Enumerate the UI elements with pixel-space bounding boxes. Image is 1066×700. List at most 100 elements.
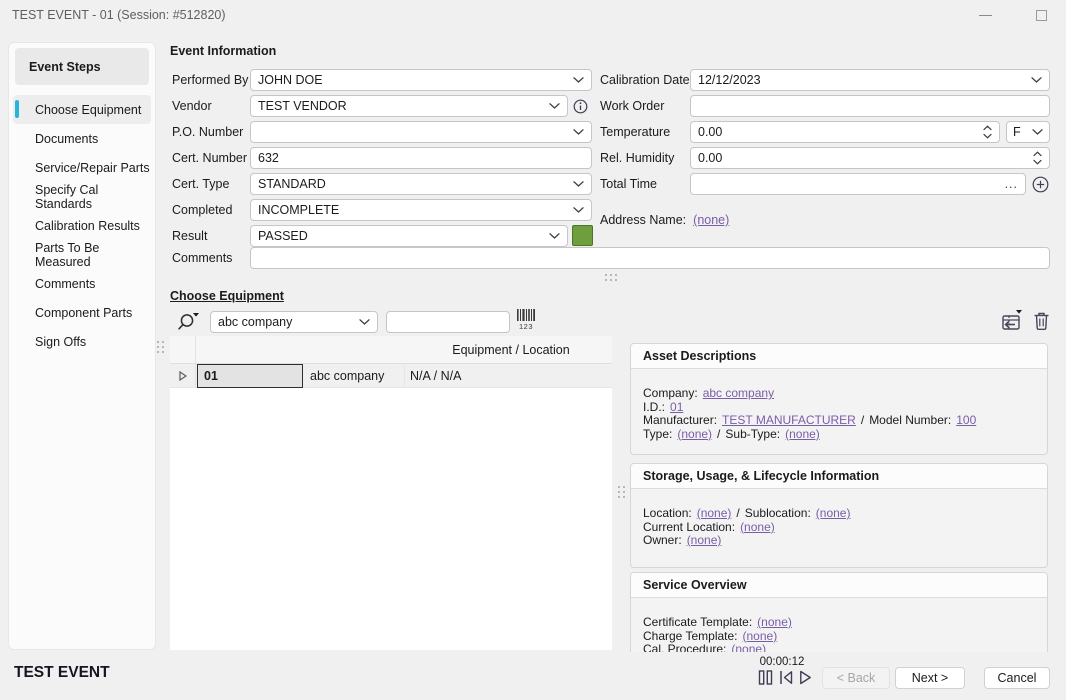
total-time-more-icon[interactable]: ... bbox=[1005, 177, 1018, 191]
certificate-template-link[interactable]: (none) bbox=[757, 615, 792, 629]
current-location-label: Current Location: bbox=[643, 520, 735, 534]
sublocation-label: Sublocation: bbox=[745, 506, 811, 520]
event-steps-header: Event Steps bbox=[15, 48, 149, 85]
manufacturer-line: Manufacturer:TEST MANUFACTURER/Model Num… bbox=[643, 414, 1035, 428]
temperature-spinbox[interactable]: 0.00 bbox=[690, 121, 1000, 143]
separator: / bbox=[861, 413, 864, 427]
sidebar-item-parts-to-be-measured[interactable]: Parts To Be Measured bbox=[13, 240, 151, 269]
splitter-grip[interactable] bbox=[157, 341, 164, 353]
equipment-search-input[interactable] bbox=[386, 311, 510, 333]
vendor-combobox[interactable]: TEST VENDOR bbox=[250, 95, 568, 117]
chevron-down-icon bbox=[359, 319, 370, 325]
result-value: PASSED bbox=[258, 229, 549, 243]
search-icon[interactable] bbox=[175, 310, 201, 334]
subtype-link[interactable]: (none) bbox=[785, 427, 820, 441]
comments-input[interactable] bbox=[250, 247, 1050, 269]
minimize-button[interactable] bbox=[968, 3, 1002, 27]
equipment-id: 01 bbox=[204, 369, 218, 383]
completed-label: Completed bbox=[172, 199, 232, 221]
temperature-unit-combobox[interactable]: F bbox=[1006, 121, 1050, 143]
spinner-updown-icon[interactable] bbox=[983, 125, 992, 139]
cert-type-value: STANDARD bbox=[258, 177, 573, 191]
sidebar-item-label: Sign Offs bbox=[35, 335, 86, 349]
spinner-updown-icon[interactable] bbox=[1033, 151, 1042, 165]
result-status-swatch bbox=[572, 225, 593, 246]
charge-template-line: Charge Template:(none) bbox=[643, 630, 1035, 644]
sidebar-item-component-parts[interactable]: Component Parts bbox=[13, 298, 151, 327]
owner-link[interactable]: (none) bbox=[687, 533, 722, 547]
sidebar-item-label: Specify Cal Standards bbox=[35, 183, 151, 211]
current-location-link[interactable]: (none) bbox=[740, 520, 775, 534]
back-button-label: < Back bbox=[837, 671, 876, 685]
sidebar-item-service-repair-parts[interactable]: Service/Repair Parts bbox=[13, 153, 151, 182]
rel-humidity-spinbox[interactable]: 0.00 bbox=[690, 147, 1050, 169]
calibration-date-combobox[interactable]: 12/12/2023 bbox=[690, 69, 1050, 91]
maximize-button[interactable] bbox=[1024, 3, 1058, 27]
cert-type-combobox[interactable]: STANDARD bbox=[250, 173, 592, 195]
total-time-input[interactable]: ... bbox=[690, 173, 1026, 195]
sidebar-item-label: Documents bbox=[35, 132, 98, 146]
equipment-id-cell[interactable]: 01 bbox=[197, 364, 303, 388]
chevron-down-icon bbox=[549, 233, 560, 239]
sidebar-item-sign-offs[interactable]: Sign Offs bbox=[13, 327, 151, 356]
grid-import-icon[interactable] bbox=[998, 308, 1024, 334]
model-number-link[interactable]: 100 bbox=[956, 413, 976, 427]
charge-template-link[interactable]: (none) bbox=[743, 629, 778, 643]
section-splitter-grip[interactable] bbox=[605, 274, 617, 281]
performed-by-value: JOHN DOE bbox=[258, 73, 573, 87]
id-link[interactable]: 01 bbox=[670, 400, 683, 414]
po-number-combobox[interactable] bbox=[250, 121, 592, 143]
add-time-icon[interactable] bbox=[1031, 175, 1049, 193]
completed-value: INCOMPLETE bbox=[258, 203, 573, 217]
window-title: TEST EVENT - 01 (Session: #512820) bbox=[12, 8, 226, 22]
cert-type-label: Cert. Type bbox=[172, 173, 229, 195]
delete-icon[interactable] bbox=[1031, 311, 1051, 331]
location-line: Location:(none)/Sublocation:(none) bbox=[643, 507, 1035, 521]
cancel-button[interactable]: Cancel bbox=[984, 667, 1050, 689]
equipment-table-header[interactable]: Equipment / Location bbox=[170, 336, 612, 364]
barcode-icon[interactable]: 123 bbox=[515, 309, 537, 331]
service-overview-title: Service Overview bbox=[643, 578, 747, 592]
sidebar-item-calibration-results[interactable]: Calibration Results bbox=[13, 211, 151, 240]
vendor-label: Vendor bbox=[172, 95, 212, 117]
work-order-input[interactable] bbox=[690, 95, 1050, 117]
event-steps-header-label: Event Steps bbox=[29, 60, 101, 74]
sublocation-link[interactable]: (none) bbox=[816, 506, 851, 520]
company-link[interactable]: abc company bbox=[703, 386, 774, 400]
back-button[interactable]: < Back bbox=[822, 667, 890, 689]
panel-splitter-grip[interactable] bbox=[618, 486, 625, 498]
sidebar-item-specify-cal-standards[interactable]: Specify Cal Standards bbox=[13, 182, 151, 211]
row-expander[interactable] bbox=[170, 364, 196, 388]
company-filter-combobox[interactable]: abc company bbox=[210, 311, 378, 333]
next-button[interactable]: Next > bbox=[895, 667, 965, 689]
asset-descriptions-title: Asset Descriptions bbox=[643, 349, 756, 363]
expander-column-header bbox=[170, 336, 196, 363]
result-combobox[interactable]: PASSED bbox=[250, 225, 568, 247]
titlebar: TEST EVENT - 01 (Session: #512820) bbox=[0, 0, 1066, 30]
pause-icon[interactable] bbox=[758, 670, 773, 685]
equipment-company-cell[interactable]: abc company bbox=[304, 364, 405, 388]
chevron-down-icon bbox=[573, 77, 584, 83]
cert-number-input[interactable]: 632 bbox=[250, 147, 592, 169]
skip-to-start-icon[interactable] bbox=[779, 670, 793, 685]
sidebar-item-label: Calibration Results bbox=[35, 219, 140, 233]
sidebar-item-comments[interactable]: Comments bbox=[13, 269, 151, 298]
equipment-row[interactable]: 01 abc company N/A / N/A bbox=[170, 364, 612, 388]
equipment-location-cell[interactable]: N/A / N/A bbox=[405, 364, 612, 388]
temperature-unit-value: F bbox=[1013, 125, 1032, 139]
performed-by-combobox[interactable]: JOHN DOE bbox=[250, 69, 592, 91]
completed-combobox[interactable]: INCOMPLETE bbox=[250, 199, 592, 221]
type-link[interactable]: (none) bbox=[677, 427, 712, 441]
manufacturer-link[interactable]: TEST MANUFACTURER bbox=[722, 413, 856, 427]
dropdown-triangle-icon bbox=[1016, 310, 1022, 314]
sidebar-item-choose-equipment[interactable]: Choose Equipment bbox=[13, 95, 151, 124]
performed-by-label: Performed By bbox=[172, 69, 248, 91]
certificate-template-line: Certificate Template:(none) bbox=[643, 616, 1035, 630]
service-overview-header: Service Overview bbox=[631, 573, 1047, 598]
sidebar-item-documents[interactable]: Documents bbox=[13, 124, 151, 153]
address-name-link[interactable]: (none) bbox=[693, 213, 729, 227]
location-link[interactable]: (none) bbox=[697, 506, 732, 520]
equipment-location-column-header[interactable]: Equipment / Location bbox=[410, 336, 612, 364]
play-icon[interactable] bbox=[799, 670, 812, 685]
vendor-info-icon[interactable] bbox=[572, 98, 589, 115]
